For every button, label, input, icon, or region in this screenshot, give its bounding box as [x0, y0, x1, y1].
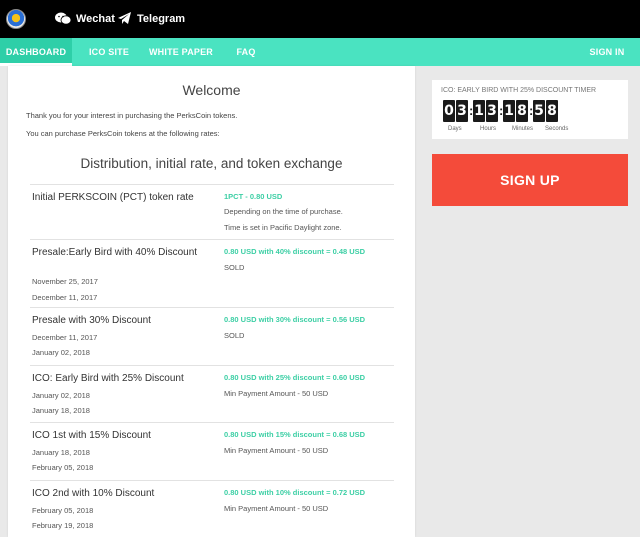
- rate-table: Initial PERKSCOIN (PCT) token rate 1PCT …: [30, 184, 394, 537]
- timer-hours: 1 3: [473, 100, 499, 122]
- rate-end-date: January 18, 2018: [32, 406, 90, 415]
- countdown-timer: ICO: EARLY BIRD WITH 25% DISCOUNT TIMER …: [432, 80, 628, 139]
- timer-digit: 0: [443, 100, 455, 122]
- rate-row: ICO 1st with 15% Discount January 18, 20…: [30, 422, 394, 480]
- nav-ico-site[interactable]: ICO SITE: [84, 38, 134, 66]
- timer-minutes: 1 8: [503, 100, 529, 122]
- wechat-icon: [55, 12, 71, 25]
- rate-end-date: February 05, 2018: [32, 463, 94, 472]
- telegram-link[interactable]: Telegram: [118, 12, 185, 25]
- timer-title: ICO: EARLY BIRD WITH 25% DISCOUNT TIMER: [441, 87, 597, 94]
- rate-row: Presale:Early Bird with 40% Discount Nov…: [30, 239, 394, 307]
- timer-digit: 8: [516, 100, 528, 122]
- rate-end-date: December 11, 2017: [32, 293, 98, 302]
- intro-text-rates: You can purchase PerksCoin tokens at the…: [26, 129, 220, 138]
- rate-status: SOLD: [224, 331, 245, 340]
- timer-digit: 1: [473, 100, 485, 122]
- rate-price: 0.80 USD with 15% discount = 0.68 USD: [224, 430, 366, 439]
- rate-note: Depending on the time of purchase.: [224, 207, 343, 216]
- rate-status: SOLD: [224, 263, 245, 272]
- wechat-link[interactable]: Wechat: [55, 12, 115, 25]
- rate-min-payment: Min Payment Amount - 50 USD: [224, 504, 329, 513]
- rate-start-date: January 02, 2018: [32, 391, 90, 400]
- rate-name: ICO: Early Bird with 25% Discount: [32, 373, 184, 384]
- rate-name: ICO 2nd with 10% Discount: [32, 488, 155, 499]
- rate-name: Presale:Early Bird with 40% Discount: [32, 247, 198, 258]
- rate-name: Presale with 30% Discount: [32, 315, 151, 326]
- rate-price: 0.80 USD with 25% discount = 0.60 USD: [224, 373, 366, 382]
- timer-digit: 3: [486, 100, 498, 122]
- rate-name: Initial PERKSCOIN (PCT) token rate: [32, 192, 194, 203]
- rate-row: ICO 2nd with 10% Discount February 05, 2…: [30, 480, 394, 537]
- perkscoin-logo[interactable]: [6, 9, 26, 29]
- rate-end-date: January 02, 2018: [32, 348, 90, 357]
- top-bar: Wechat Telegram: [0, 0, 640, 38]
- rate-note: Time is set in Pacific Daylight zone.: [224, 223, 342, 232]
- timer-digit: 1: [503, 100, 515, 122]
- rate-start-date: December 11, 2017: [32, 333, 98, 342]
- rate-row: Initial PERKSCOIN (PCT) token rate 1PCT …: [30, 184, 394, 239]
- main-nav: DASHBOARD ICO SITE WHITE PAPER FAQ SIGN …: [0, 38, 640, 66]
- rate-min-payment: Min Payment Amount - 50 USD: [224, 389, 329, 398]
- rate-end-date: February 19, 2018: [32, 521, 94, 530]
- rate-price: 0.80 USD with 30% discount = 0.56 USD: [224, 315, 366, 324]
- timer-unit-hours: Hours: [480, 126, 497, 132]
- telegram-label: Telegram: [137, 12, 186, 25]
- timer-digit: 8: [546, 100, 558, 122]
- rate-row: ICO: Early Bird with 25% Discount Januar…: [30, 365, 394, 422]
- timer-digit: 5: [533, 100, 545, 122]
- timer-digit: 3: [456, 100, 468, 122]
- rate-row: Presale with 30% Discount December 11, 2…: [30, 307, 394, 365]
- sign-up-button[interactable]: SIGN UP: [432, 154, 628, 206]
- wechat-label: Wechat: [76, 12, 115, 25]
- nav-white-paper[interactable]: WHITE PAPER: [146, 38, 216, 66]
- rate-price: 0.80 USD with 40% discount = 0.48 USD: [224, 247, 366, 256]
- rate-price: 0.80 USD with 10% discount = 0.72 USD: [224, 488, 366, 497]
- rate-start-date: November 25, 2017: [32, 277, 98, 286]
- timer-seconds: 5 8: [533, 100, 559, 122]
- timer-digits: 0 3 : 1 3 : 1 8 : 5 8: [443, 100, 559, 122]
- page-title: Welcome: [182, 82, 241, 98]
- timer-days: 0 3: [443, 100, 469, 122]
- distribution-title: Distribution, initial rate, and token ex…: [80, 156, 343, 171]
- sign-in-link[interactable]: SIGN IN: [582, 38, 632, 66]
- timer-unit-seconds: Seconds: [545, 126, 569, 132]
- intro-text: Thank you for your interest in purchasin…: [26, 111, 238, 120]
- dashboard-panel: Welcome Thank you for your interest in p…: [8, 66, 415, 537]
- rate-min-payment: Min Payment Amount - 50 USD: [224, 446, 329, 455]
- rate-start-date: January 18, 2018: [32, 448, 90, 457]
- timer-unit-minutes: Minutes: [512, 126, 534, 132]
- timer-unit-days: Days: [448, 126, 462, 132]
- rate-start-date: February 05, 2018: [32, 506, 94, 515]
- rate-name: ICO 1st with 15% Discount: [32, 430, 151, 441]
- nav-dashboard[interactable]: DASHBOARD: [0, 38, 72, 66]
- nav-faq[interactable]: FAQ: [230, 38, 262, 66]
- rate-price: 1PCT - 0.80 USD: [224, 192, 283, 201]
- telegram-icon: [118, 12, 131, 24]
